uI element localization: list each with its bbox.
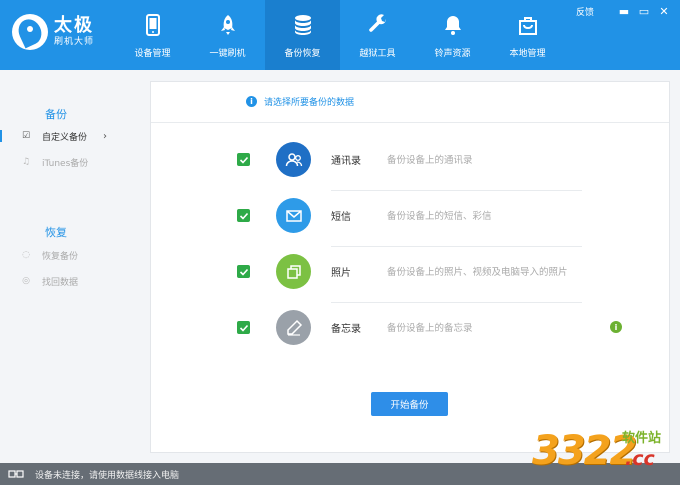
divider (151, 122, 669, 123)
backup-row-contacts: 通讯录 备份设备上的通讯录 (151, 140, 669, 191)
hint-text: 请选择所要备份的数据 (264, 98, 355, 108)
sidebar-item-itunes-backup[interactable]: ♫ iTunes备份 (0, 152, 140, 172)
checkmark-icon (239, 212, 248, 220)
watermark-number: 3322 (532, 428, 637, 474)
notes-info-icon[interactable]: i (610, 321, 622, 333)
row-description: 备份设备上的照片、视频及电脑导入的照片 (387, 267, 568, 278)
close-icon[interactable]: ✕ (656, 5, 672, 18)
usb-plug-icon (8, 469, 24, 479)
tab-label: 设备管理 (134, 49, 171, 59)
maximize-icon[interactable]: ▭ (636, 5, 652, 18)
row-description: 备份设备上的备忘录 (387, 323, 473, 334)
sidebar-item-find-data[interactable]: ◎ 找回数据 (0, 271, 140, 291)
sms-checkbox[interactable] (237, 209, 250, 222)
pencil-icon (276, 310, 311, 345)
tab-backup-restore[interactable]: 备份恢复 (265, 0, 340, 70)
sidebar-item-label: 找回数据 (42, 277, 79, 288)
row-description: 备份设备上的短信、彩信 (387, 211, 492, 222)
tab-jailbreak-tools[interactable]: 越狱工具 (340, 0, 415, 70)
photos-checkbox[interactable] (237, 265, 250, 278)
chevron-right-icon: › (103, 130, 107, 142)
row-description: 备份设备上的通讯录 (387, 155, 473, 166)
backup-row-sms: 短信 备份设备上的短信、彩信 (151, 196, 669, 247)
phone-icon (145, 14, 160, 36)
find-data-icon: ◎ (22, 276, 30, 286)
taiji-logo-icon (12, 14, 48, 50)
sidebar-item-restore-backup[interactable]: ◌ 恢复备份 (0, 245, 140, 265)
instruction-hint: i 请选择所要备份的数据 (246, 95, 354, 108)
app-subtitle: 刷机大师 (54, 37, 95, 47)
tab-one-click-flash[interactable]: 一键刷机 (190, 0, 265, 70)
restore-heading: 恢复 (45, 226, 67, 239)
backup-heading: 备份 (45, 108, 67, 121)
envelope-icon (276, 198, 311, 233)
checkmark-icon (239, 324, 248, 332)
minimize-icon[interactable]: ▬ (616, 5, 632, 18)
wrench-icon (368, 14, 386, 32)
checkmark-icon (239, 268, 248, 276)
contacts-icon (276, 142, 311, 177)
sidebar-item-label: 自定义备份 (42, 132, 88, 143)
app-logo: 太极 刷机大师 (12, 14, 94, 50)
checkmark-icon (239, 156, 248, 164)
top-bar: 太极 刷机大师 设备管理 一键刷机 备份恢复 越狱工具 铃声资源 本地管理 反馈… (0, 0, 680, 70)
contacts-checkbox[interactable] (237, 153, 250, 166)
window-controls: 反馈 ▬ ▭ ✕ (576, 5, 672, 18)
status-text: 设备未连接，请使用数据线接入电脑 (35, 470, 180, 481)
sidebar-item-label: iTunes备份 (42, 158, 89, 169)
info-icon: i (246, 96, 257, 107)
sidebar: 备份 ☑ 自定义备份 › ♫ iTunes备份 恢复 ◌ 恢复备份 ◎ 找回数据 (0, 70, 140, 463)
bag-icon (518, 17, 537, 35)
rocket-icon (220, 15, 235, 35)
backup-panel: i 请选择所要备份的数据 通讯录 备份设备上的通讯录 短信 备份设备上的短信、彩… (150, 81, 670, 453)
tab-device-manage[interactable]: 设备管理 (115, 0, 190, 70)
row-divider (331, 246, 582, 247)
photos-icon (276, 254, 311, 289)
row-name: 备忘录 (331, 324, 361, 335)
start-backup-button[interactable]: 开始备份 (371, 392, 448, 416)
row-name: 通讯录 (331, 156, 361, 167)
watermark-top-text: 软件站 (622, 431, 662, 446)
main-nav: 设备管理 一键刷机 备份恢复 越狱工具 铃声资源 本地管理 (115, 0, 565, 70)
app-title: 太极 (54, 15, 94, 36)
row-divider (331, 302, 582, 303)
sidebar-item-custom-backup[interactable]: ☑ 自定义备份 › (0, 126, 140, 146)
notes-checkbox[interactable] (237, 321, 250, 334)
tab-label: 一键刷机 (209, 49, 246, 59)
row-name: 短信 (331, 212, 351, 223)
music-note-icon: ♫ (21, 157, 31, 167)
tab-label: 铃声资源 (434, 49, 471, 59)
feedback-link[interactable]: 反馈 (576, 5, 594, 18)
row-divider (331, 190, 582, 191)
sidebar-item-label: 恢复备份 (42, 251, 79, 262)
backup-row-photos: 照片 备份设备上的照片、视频及电脑导入的照片 (151, 252, 669, 303)
restore-icon: ◌ (22, 250, 30, 260)
bell-icon (444, 16, 461, 35)
checklist-icon: ☑ (21, 131, 31, 141)
tab-label: 本地管理 (509, 49, 546, 59)
site-watermark: 3322 软件站 .cc (530, 422, 680, 485)
row-name: 照片 (331, 268, 351, 279)
database-icon (294, 15, 311, 35)
tab-label: 备份恢复 (284, 49, 321, 59)
watermark-domain: .cc (625, 448, 655, 470)
backup-row-notes: 备忘录 备份设备上的备忘录 i (151, 308, 669, 348)
tab-label: 越狱工具 (359, 49, 396, 59)
tab-local-manage[interactable]: 本地管理 (490, 0, 565, 70)
tab-ringtones[interactable]: 铃声资源 (415, 0, 490, 70)
